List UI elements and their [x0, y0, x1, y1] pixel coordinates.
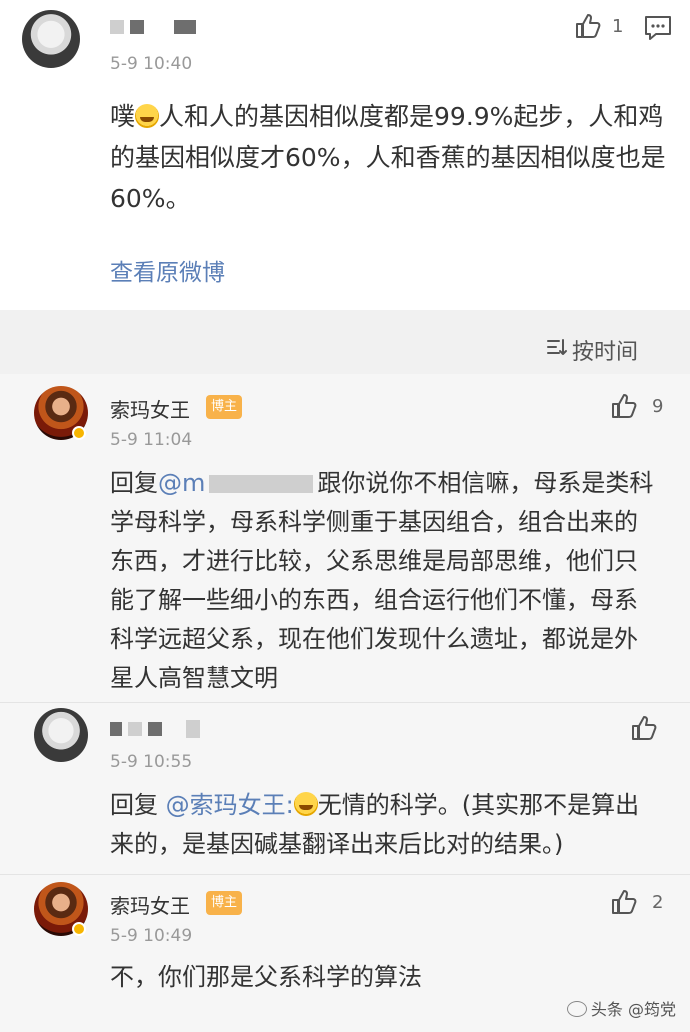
comment-icon[interactable]	[644, 15, 672, 41]
view-original-link[interactable]: 查看原微博	[110, 254, 225, 293]
commenter-name-blurred[interactable]	[110, 718, 206, 738]
comment-like-count: 9	[652, 396, 664, 417]
mention-link[interactable]: @索玛女王:	[166, 791, 294, 819]
watermark-text: 头条 @筠党	[590, 1000, 676, 1019]
thumbs-up-icon[interactable]	[610, 888, 638, 916]
original-post: 5-9 10:40 1 噗人和人的基因相似度都是99.9%起步，人和鸡的基因相似…	[0, 0, 690, 310]
mention-blurred	[209, 475, 314, 493]
comment-time: 5-9 11:04	[110, 430, 193, 450]
weibo-logo-icon	[566, 1001, 587, 1017]
post-author-avatar[interactable]	[22, 10, 80, 68]
post-like-count: 1	[612, 16, 624, 37]
comment-text: 不，你们那是父系科学的算法	[110, 963, 422, 991]
sort-bar: 按时间	[0, 324, 690, 374]
author-tag: 博主	[206, 891, 243, 915]
laughing-emoji-icon	[135, 104, 160, 128]
verified-icon	[72, 426, 86, 440]
verified-icon	[72, 922, 86, 936]
comment-body: 跟你说你不相信嘛，母系是类科学母科学，母系科学侧重于基因组合，组合出来的东西，才…	[110, 469, 654, 692]
sort-icon[interactable]	[546, 338, 568, 356]
laughing-emoji-icon	[293, 792, 318, 816]
comment-list: 索玛女王 博主 9 5-9 11:04 回复@m 跟你说你不相信嘛，母系是类科学母…	[0, 374, 690, 1032]
comment-time: 5-9 10:49	[110, 926, 193, 946]
reply-prefix: 回复	[110, 791, 158, 819]
post-time: 5-9 10:40	[110, 54, 193, 74]
post-text-main: 人和人的基因相似度都是99.9%起步，人和鸡的基因相似度才60%，人和香蕉的基因…	[110, 102, 666, 213]
mention-link[interactable]: @m	[158, 469, 205, 497]
post-author-name-blurred[interactable]	[110, 16, 202, 36]
comment-text: 回复 @索玛女王: 无情的科学。(其实那不是算出来的，是基因碱基翻译出来后比对的结…	[110, 786, 658, 864]
commenter-avatar[interactable]	[34, 708, 88, 762]
author-tag: 博主	[206, 395, 243, 419]
thumbs-up-icon[interactable]	[574, 12, 602, 40]
thumbs-up-icon[interactable]	[610, 392, 638, 420]
watermark: 头条 @筠党	[566, 996, 676, 1020]
comment-divider	[0, 702, 690, 703]
comment-like-count: 2	[652, 892, 664, 913]
commenter-name[interactable]: 索玛女王	[110, 394, 190, 423]
post-text: 噗人和人的基因相似度都是99.9%起步，人和鸡的基因相似度才60%，人和香蕉的基…	[110, 96, 666, 219]
comment-divider	[0, 874, 690, 875]
thumbs-up-icon[interactable]	[630, 714, 658, 742]
commenter-name[interactable]: 索玛女王	[110, 890, 190, 919]
comment-text: 回复@m 跟你说你不相信嘛，母系是类科学母科学，母系科学侧重于基因组合，组合出来的…	[110, 464, 658, 698]
post-text-prefix: 噗	[110, 102, 136, 131]
section-divider	[0, 310, 690, 324]
sort-by-time-button[interactable]: 按时间	[572, 334, 638, 366]
comment-time: 5-9 10:55	[110, 752, 193, 772]
reply-prefix: 回复	[110, 469, 158, 497]
